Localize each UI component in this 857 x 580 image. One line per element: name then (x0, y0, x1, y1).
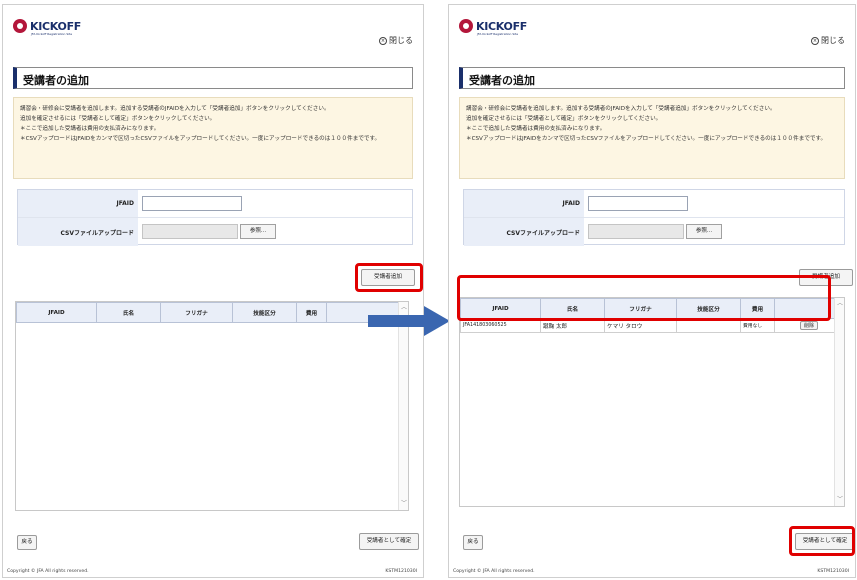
jfaid-input[interactable] (588, 196, 688, 211)
col-skill: 技能区分 (232, 302, 297, 323)
highlight-added-row (457, 275, 831, 321)
add-form: JFAID CSVファイルアップロード 参照... (463, 189, 845, 246)
close-button[interactable]: × 閉じる (379, 35, 413, 46)
col-kana: フリガナ (160, 302, 233, 323)
instructions-box: 講習会・研修会に受講者を追加します。追加する受講者のJFAIDを入力して「受講者… (13, 97, 413, 179)
highlight-add-button (355, 263, 423, 292)
add-form: JFAID CSVファイルアップロード 参照... (17, 189, 413, 246)
table-header-row: JFAID 氏名 フリガナ 技能区分 費用 (16, 302, 408, 323)
browse-button[interactable]: 参照... (240, 224, 276, 239)
instruction-line: 追加を確定させるには「受講者として確定」ボタンをクリックしてください。 (466, 116, 662, 122)
jfaid-label: JFAID (464, 190, 584, 217)
page-title: 受講者の追加 (469, 74, 535, 87)
highlight-confirm-button (789, 526, 855, 556)
instruction-line: 追加を確定させるには「受講者として確定」ボタンをクリックしてください。 (20, 116, 216, 122)
page-title-bar: 受講者の追加 (459, 67, 845, 89)
attendee-table: JFAID 氏名 フリガナ 技能区分 費用 JFA141803060525 蹴鞠… (459, 297, 845, 507)
instruction-line: 講習会・研修会に受講者を追加します。追加する受講者のJFAIDを入力して「受講者… (466, 106, 776, 112)
close-label: 閉じる (389, 36, 413, 45)
scroll-down-icon[interactable]: ﹀ (836, 496, 844, 504)
back-button[interactable]: 戻る (17, 535, 37, 550)
transition-arrow-icon (368, 306, 450, 336)
delete-row-button[interactable]: 削除 (799, 321, 818, 330)
kickoff-logo[interactable]: KICKOFF JFA Kickoff Registration Site (13, 19, 81, 36)
logo-text: KICKOFF (30, 19, 81, 33)
attendee-table: JFAID 氏名 フリガナ 技能区分 費用 ︿ ﹀ (15, 301, 409, 511)
col-fee: 費用 (296, 302, 327, 323)
jfaid-row: JFAID (464, 190, 844, 218)
col-jfaid: JFAID (16, 302, 97, 323)
copyright: Copyright © JFA All rights reserved. (453, 569, 535, 574)
instruction-line: 講習会・研修会に受講者を追加します。追加する受講者のJFAIDを入力して「受講者… (20, 106, 330, 112)
csv-file-field[interactable] (142, 224, 238, 239)
page-title: 受講者の追加 (23, 74, 89, 87)
footer: Copyright © JFA All rights reserved. KST… (453, 569, 849, 574)
kickoff-logo[interactable]: KICKOFF JFA Kickoff Registration Site (459, 19, 527, 36)
kickoff-logo-icon (13, 19, 27, 33)
browse-button[interactable]: 参照... (686, 224, 722, 239)
csv-file-field[interactable] (588, 224, 684, 239)
close-label: 閉じる (821, 36, 845, 45)
table-scrollbar[interactable]: ︿ ﹀ (834, 298, 844, 506)
jfaid-label: JFAID (18, 190, 138, 217)
instructions-box: 講習会・研修会に受講者を追加します。追加する受講者のJFAIDを入力して「受講者… (459, 97, 845, 179)
back-button[interactable]: 戻る (463, 535, 483, 550)
screen-code: KSTM121030I (385, 569, 417, 574)
col-name: 氏名 (96, 302, 161, 323)
screen-before: KICKOFF JFA Kickoff Registration Site × … (2, 4, 424, 578)
confirm-attendees-button[interactable]: 受講者として確定 (359, 533, 419, 550)
header: KICKOFF JFA Kickoff Registration Site × … (3, 5, 423, 49)
csv-row: CSVファイルアップロード 参照... (464, 218, 844, 246)
instruction-line: ＊ここで追加した受講者は費用の支払済みになります。 (20, 126, 160, 132)
screen-code: KSTM121030I (817, 569, 849, 574)
kickoff-logo-icon (459, 19, 473, 33)
instruction-line: ＊CSVアップロードはJFAIDをカンマで区切ったCSVファイルをアップロードし… (466, 136, 827, 142)
header: KICKOFF JFA Kickoff Registration Site × … (449, 5, 855, 49)
close-icon: × (379, 36, 387, 45)
jfaid-row: JFAID (18, 190, 412, 218)
scroll-up-icon[interactable]: ︿ (836, 300, 844, 308)
screen-after: KICKOFF JFA Kickoff Registration Site × … (448, 4, 856, 578)
logo-subtext: JFA Kickoff Registration Site (477, 32, 519, 36)
page-title-bar: 受講者の追加 (13, 67, 413, 89)
scroll-down-icon[interactable]: ﹀ (400, 500, 408, 508)
csv-label: CSVファイルアップロード (464, 218, 584, 246)
close-button[interactable]: × 閉じる (811, 35, 845, 46)
logo-text: KICKOFF (476, 19, 527, 33)
instruction-line: ＊CSVアップロードはJFAIDをカンマで区切ったCSVファイルをアップロードし… (20, 136, 381, 142)
footer: Copyright © JFA All rights reserved. KST… (7, 569, 417, 574)
csv-row: CSVファイルアップロード 参照... (18, 218, 412, 246)
copyright: Copyright © JFA All rights reserved. (7, 569, 89, 574)
logo-subtext: JFA Kickoff Registration Site (31, 32, 73, 36)
instruction-line: ＊ここで追加した受講者は費用の支払済みになります。 (466, 126, 606, 132)
csv-label: CSVファイルアップロード (18, 218, 138, 246)
jfaid-input[interactable] (142, 196, 242, 211)
close-icon: × (811, 36, 819, 45)
